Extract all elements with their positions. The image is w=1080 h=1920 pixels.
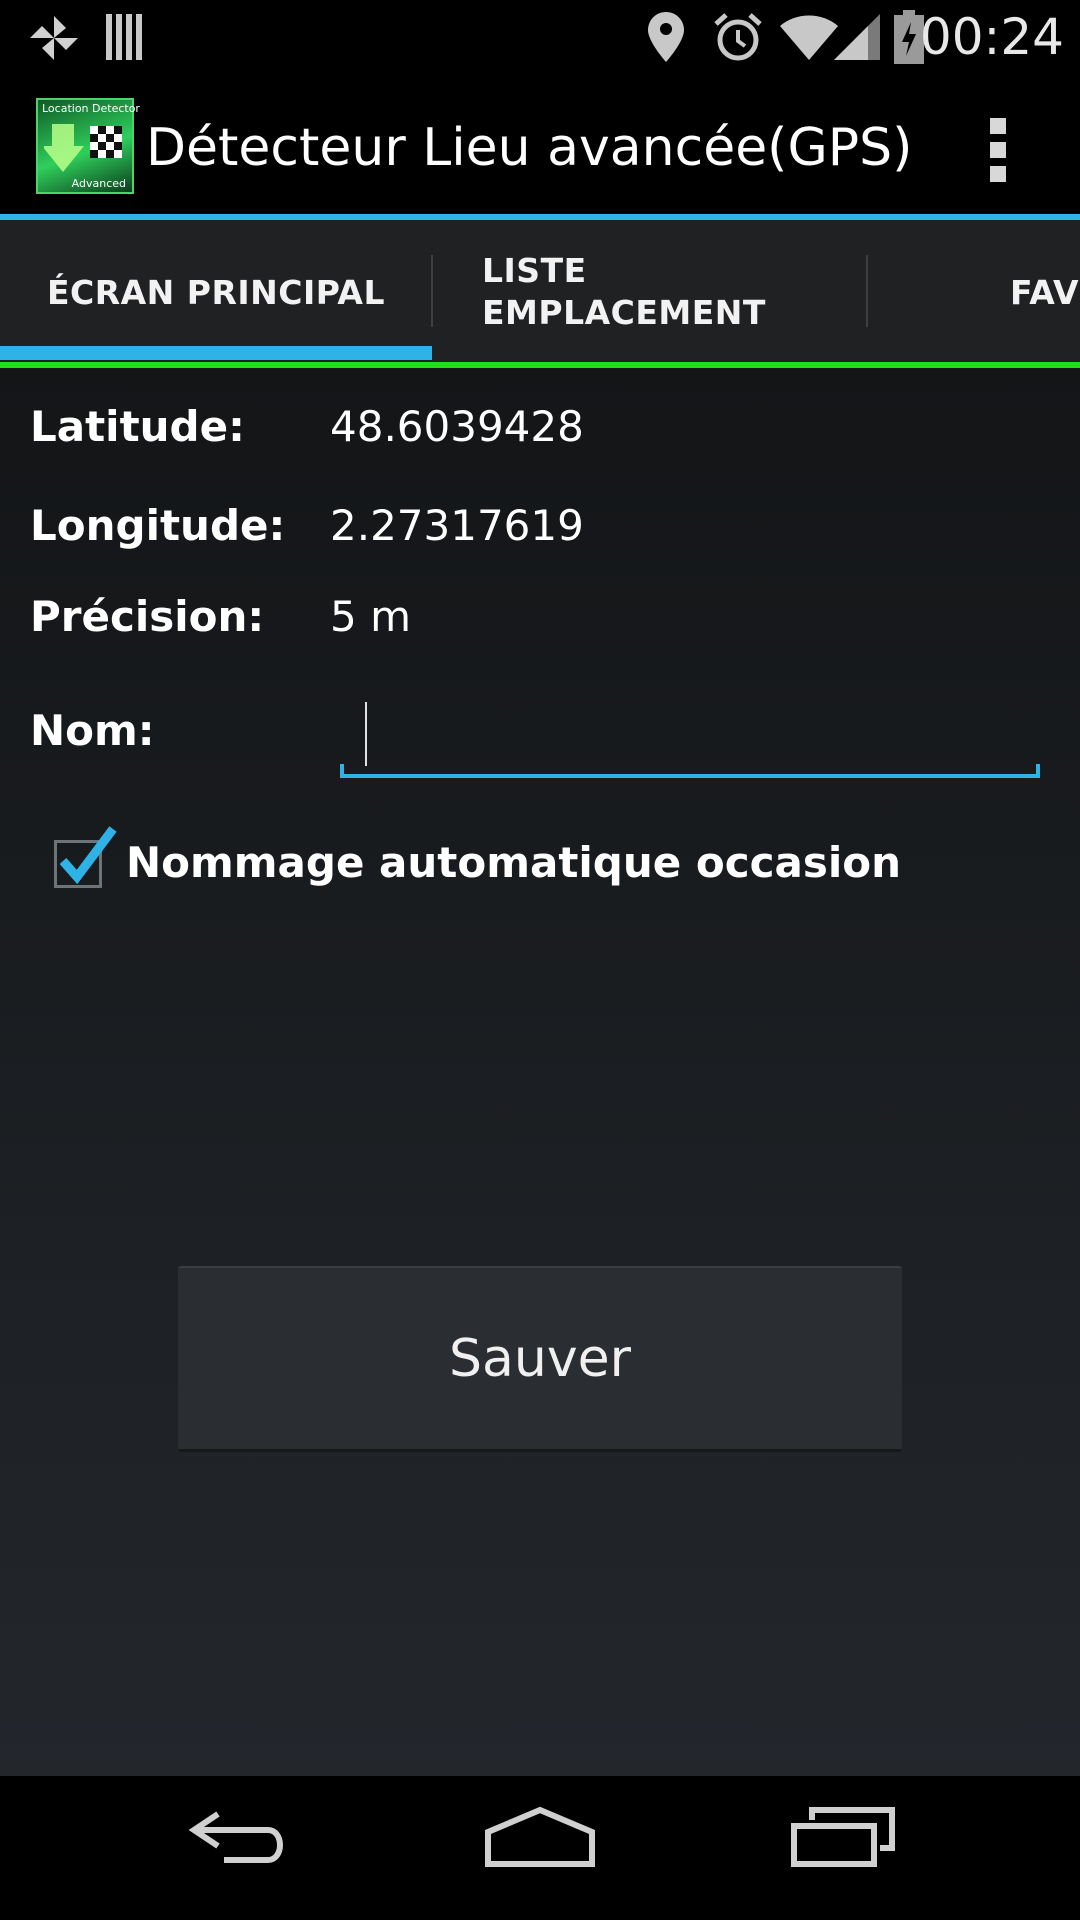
tab-favorites[interactable]: FAVO [1010,220,1080,364]
tab-bar: ÉCRAN PRINCIPAL LISTE EMPLACEMENT FAVO [0,220,1080,364]
home-icon[interactable] [484,1806,596,1868]
location-pin-icon [648,12,684,62]
name-label: Nom: [30,706,155,755]
navigation-bar [0,1776,1080,1920]
latitude-value: 48.6039428 [330,402,584,451]
auto-naming-checkbox[interactable] [54,826,117,888]
action-bar: Location Detector Advanced Détecteur Lie… [0,78,1080,214]
app-logo-text-bottom: Advanced [71,177,126,190]
tab-label: FAVO [1010,272,1080,312]
wifi-icon [780,15,838,60]
app-logo-icon: Location Detector Advanced [36,98,140,194]
recent-apps-icon[interactable] [790,1806,896,1868]
barcode-icon [106,14,142,60]
status-time: 00:24 [919,8,1064,66]
overflow-menu-icon[interactable] [988,118,1008,182]
main-content: Latitude: 48.6039428 Longitude: 2.273176… [0,368,1080,1776]
auto-naming-label[interactable]: Nommage automatique occasion [126,838,901,887]
longitude-label: Longitude: [30,501,286,550]
tab-divider [866,255,868,327]
precision-value: 5 m [330,592,411,641]
app-logo-text-top: Location Detector [42,102,140,115]
tab-label: ÉCRAN PRINCIPAL [46,272,386,312]
tab-label-line2: EMPLACEMENT [482,293,766,332]
pinwheel-icon [30,16,78,60]
alarm-icon [714,13,762,61]
back-icon[interactable] [188,1806,292,1866]
tab-label-line1: LISTE [482,251,587,290]
selected-tab-indicator [0,346,432,360]
name-input[interactable] [340,688,1040,778]
save-button[interactable]: Sauver [178,1266,902,1452]
signal-icon [834,14,880,60]
longitude-value: 2.27317619 [330,501,584,550]
arrow-flag-graphic [44,124,122,172]
app-title: Détecteur Lieu avancée(GPS) [146,118,913,178]
status-bar: 00:24 [0,0,1080,75]
latitude-label: Latitude: [30,402,245,451]
tab-divider [431,255,433,327]
tab-main-screen[interactable]: ÉCRAN PRINCIPAL [0,220,432,364]
tab-location-list[interactable]: LISTE EMPLACEMENT [482,220,862,364]
checkmark-icon [59,826,117,885]
precision-label: Précision: [30,592,265,641]
